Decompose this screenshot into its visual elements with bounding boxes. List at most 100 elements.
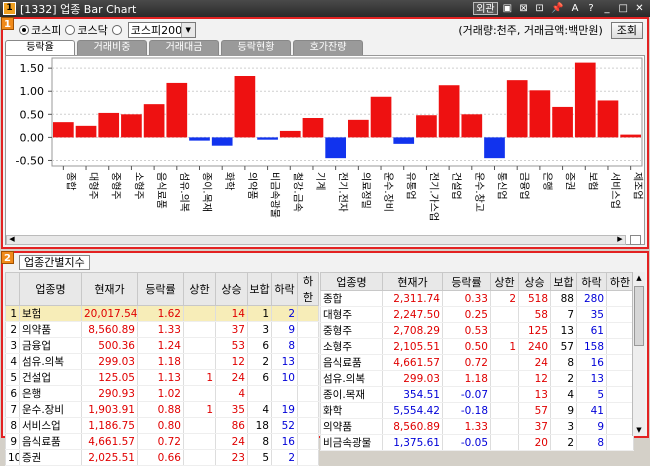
table-row[interactable]: 6 은행 290.93 1.02 4 <box>5 385 319 402</box>
bar-17[interactable] <box>416 115 437 138</box>
minimize-icon[interactable]: _ <box>601 2 614 15</box>
column-header[interactable]: 하한 <box>606 272 634 291</box>
bar-16[interactable] <box>393 137 415 144</box>
column-header[interactable]: 등락률 <box>442 272 491 291</box>
bar-8[interactable] <box>211 137 233 146</box>
scroll-thumb[interactable] <box>634 286 644 346</box>
table-row[interactable]: 1 보험 20,017.54 1.62 14 1 2 <box>5 305 319 322</box>
radio-index[interactable] <box>111 25 124 35</box>
close-icon[interactable]: ✕ <box>633 2 646 15</box>
tab-volume-share[interactable]: 거래비중 <box>77 40 147 55</box>
horizontal-scrollbar[interactable]: ◀ ▶ <box>6 235 626 245</box>
layout-button[interactable]: 외관 <box>473 2 498 15</box>
column-header[interactable]: 보합 <box>550 272 577 291</box>
bar-25[interactable] <box>597 100 619 138</box>
table-row[interactable]: 8 서비스업 1,186.75 0.80 86 18 52 <box>5 417 319 434</box>
table-row[interactable]: 2 의약품 8,560.89 1.33 37 3 9 <box>5 321 319 338</box>
font-size-icon[interactable]: A <box>569 2 582 15</box>
bar-13[interactable] <box>325 137 346 159</box>
scroll-left-icon[interactable]: ◀ <box>7 235 17 245</box>
table-row[interactable]: 5 건설업 125.05 1.13 1 24 6 10 <box>5 369 319 386</box>
restore-icon[interactable]: ⊡ <box>533 2 546 15</box>
bar-10[interactable] <box>257 137 278 140</box>
bar-22[interactable] <box>529 90 551 138</box>
tab-sector-index[interactable]: 업종간별지수 <box>19 255 90 270</box>
table-row[interactable]: 섬유.의복 299.03 1.18 12 2 13 <box>320 370 634 387</box>
help-icon[interactable]: ? <box>585 2 598 15</box>
radio-kosdaq[interactable]: 코스닥 <box>65 22 108 38</box>
tab-change-status[interactable]: 등락현황 <box>221 40 291 55</box>
bar-12[interactable] <box>302 118 324 138</box>
table-row[interactable]: 종합 2,311.74 0.33 2 518 88 280 <box>320 290 634 307</box>
bar-3[interactable] <box>98 112 120 138</box>
lower-limit <box>606 370 634 387</box>
column-header[interactable]: 상승 <box>518 272 551 291</box>
column-header[interactable]: 업종명 <box>320 272 383 291</box>
x-tick-label: 은행 <box>541 172 553 190</box>
radio-dot[interactable] <box>111 25 122 35</box>
scroll-right-icon[interactable]: ▶ <box>615 235 625 245</box>
table-row[interactable]: 9 음식료품 4,661.57 0.72 24 8 16 <box>5 433 319 450</box>
table-row[interactable]: 종이.목재 354.51 -0.07 13 4 5 <box>320 386 634 403</box>
column-header[interactable]: 상승 <box>215 272 248 306</box>
query-button[interactable]: 조회 <box>610 21 643 39</box>
tab-order-balance[interactable]: 호가잔량 <box>293 40 363 55</box>
table-row[interactable]: 음식료품 4,661.57 0.72 24 8 16 <box>320 354 634 371</box>
scroll-down-icon[interactable]: ▼ <box>633 424 645 436</box>
table-row[interactable]: 7 운수.장비 1,903.91 0.88 1 35 4 19 <box>5 401 319 418</box>
bar-5[interactable] <box>143 104 165 138</box>
column-header[interactable]: 상한 <box>490 272 519 291</box>
column-header[interactable] <box>5 272 20 306</box>
bar-14[interactable] <box>348 119 369 138</box>
column-header[interactable]: 하락 <box>271 272 298 306</box>
bar-9[interactable] <box>234 76 256 138</box>
screen-icon[interactable]: ▣ <box>501 2 514 15</box>
close-all-icon[interactable]: ⊠ <box>517 2 530 15</box>
radio-dot[interactable] <box>65 25 76 35</box>
radio-dot[interactable] <box>19 25 29 35</box>
bar-23[interactable] <box>552 106 573 138</box>
scroll-up-icon[interactable]: ▲ <box>633 272 645 284</box>
bar-7[interactable] <box>189 137 210 141</box>
upper-limit <box>490 418 519 435</box>
chevron-down-icon[interactable]: ▼ <box>180 23 195 37</box>
table-row[interactable]: 의약품 8,560.89 1.33 37 3 9 <box>320 418 634 435</box>
column-header[interactable]: 현재가 <box>81 272 138 306</box>
change-rate: -0.07 <box>442 386 491 403</box>
column-header[interactable]: 하한 <box>297 272 319 306</box>
bar-21[interactable] <box>506 80 528 138</box>
pin-icon[interactable]: 📌 <box>549 2 565 15</box>
maximize-icon[interactable]: □ <box>617 2 630 15</box>
table-row[interactable]: 4 섬유.의복 299.03 1.18 12 2 13 <box>5 353 319 370</box>
table-row[interactable]: 비금속광물 1,375.61 -0.05 20 2 8 <box>320 434 634 451</box>
table-row[interactable]: 중형주 2,708.29 0.53 125 13 61 <box>320 322 634 339</box>
bar-26[interactable] <box>620 134 641 138</box>
table-row[interactable]: 3 금융업 500.36 1.24 53 6 8 <box>5 337 319 354</box>
bar-24[interactable] <box>574 62 596 138</box>
column-header[interactable]: 하락 <box>576 272 607 291</box>
bar-15[interactable] <box>370 96 392 138</box>
column-header[interactable]: 현재가 <box>382 272 443 291</box>
tab-trade-amount[interactable]: 거래대금 <box>149 40 219 55</box>
bar-20[interactable] <box>484 137 505 159</box>
table-row[interactable]: 10증권2,025.510.66 2352 <box>5 449 319 466</box>
table-row[interactable]: 대형주 2,247.50 0.25 58 7 35 <box>320 306 634 323</box>
radio-kospi[interactable]: 코스피 <box>19 22 61 38</box>
column-header[interactable]: 상한 <box>183 272 216 306</box>
column-header[interactable]: 업종명 <box>19 272 82 306</box>
bar-4[interactable] <box>121 114 142 138</box>
tab-change-rate[interactable]: 등락율 <box>5 40 75 55</box>
vertical-scrollbar[interactable]: ▲ ▼ <box>632 272 645 436</box>
bar-6[interactable] <box>166 82 188 138</box>
bar-1[interactable] <box>53 122 74 138</box>
bar-2[interactable] <box>75 125 97 138</box>
index-select[interactable]: 코스피200 ▼ <box>127 22 196 38</box>
table-row[interactable]: 소형주 2,105.51 0.50 1 240 57 158 <box>320 338 634 355</box>
column-header[interactable]: 보합 <box>247 272 272 306</box>
bar-19[interactable] <box>461 114 483 138</box>
bar-11[interactable] <box>279 130 301 138</box>
print-icon[interactable] <box>630 235 641 245</box>
table-row[interactable]: 화학 5,554.42 -0.18 57 9 41 <box>320 402 634 419</box>
column-header[interactable]: 등락률 <box>137 272 184 306</box>
bar-18[interactable] <box>438 85 460 138</box>
